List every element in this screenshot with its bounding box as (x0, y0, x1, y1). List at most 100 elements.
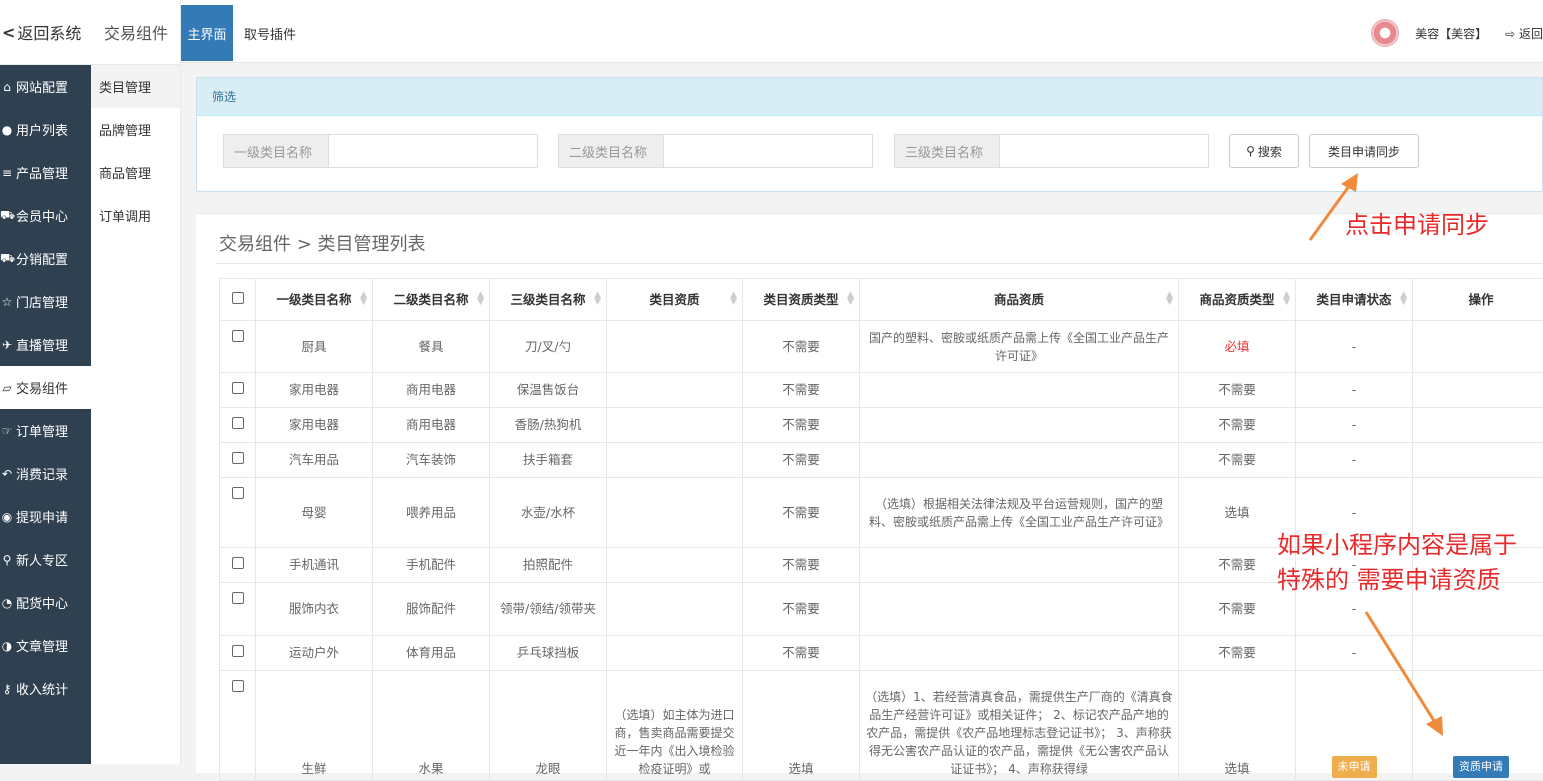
avatar[interactable] (1371, 19, 1399, 47)
row-checkbox[interactable] (220, 636, 256, 671)
row-checkbox[interactable] (220, 443, 256, 478)
cart-icon: ⛟ (0, 208, 14, 224)
checkbox-box[interactable] (232, 557, 244, 569)
subnav-item-goods[interactable]: 商品管理 (91, 151, 180, 194)
checkbox-box[interactable] (232, 417, 244, 429)
column-header[interactable]: 类目申请状态▲▼ (1296, 279, 1413, 321)
checkbox-box[interactable] (232, 330, 244, 342)
qualification-apply-button[interactable]: 资质申请 (1453, 756, 1509, 778)
sort-icon[interactable]: ▲▼ (360, 292, 367, 306)
row-checkbox[interactable] (220, 373, 256, 408)
status-badge: - (1352, 601, 1357, 616)
sidebar-item-2[interactable]: ≡产品管理 (0, 151, 91, 194)
back-to-system-button[interactable]: < 返回系统 (0, 0, 91, 65)
level1-category-input[interactable] (329, 135, 537, 167)
level3-category-field[interactable]: 三级类目名称 (894, 134, 1209, 168)
select-all-checkbox[interactable] (220, 279, 256, 321)
sidebar-item-0[interactable]: ⌂网站配置 (0, 65, 91, 108)
sidebar-item-5[interactable]: ☆门店管理 (0, 280, 91, 323)
checkbox-box[interactable] (232, 680, 244, 692)
sidebar-item-1[interactable]: ●用户列表 (0, 108, 91, 151)
table-cell: 香肠/热狗机 (490, 408, 607, 443)
sidebar-item-10[interactable]: ◉提现申请 (0, 495, 91, 538)
column-header[interactable]: 类目资质▲▼ (607, 279, 743, 321)
checkbox-box[interactable] (232, 592, 244, 604)
checkbox-box[interactable] (232, 645, 244, 657)
sidebar-item-7[interactable]: ▱交易组件 (0, 366, 91, 409)
category-list-panel: 交易组件 > 类目管理列表 一级类目名称▲▼二级类目名称▲▼三级类目名称▲▼类目… (196, 213, 1543, 773)
table-cell (607, 443, 743, 478)
table-cell: 乒乓球挡板 (490, 636, 607, 671)
column-header[interactable]: 商品资质▲▼ (860, 279, 1179, 321)
column-header[interactable]: 类目资质类型▲▼ (743, 279, 860, 321)
category-sync-button[interactable]: 类目申请同步 (1309, 134, 1419, 168)
table-cell: 不需要 (743, 373, 860, 408)
cell-text: 保温售饭台 (517, 382, 580, 397)
sidebar-item-11[interactable]: ⚲新人专区 (0, 538, 91, 581)
tab-main[interactable]: 主界面 (181, 5, 233, 61)
tab-plugin[interactable]: 取号插件 (244, 5, 296, 61)
table-cell (607, 583, 743, 636)
main-content: 筛选 一级类目名称 二级类目名称 三级类目名称 ⚲ 搜索 类目申请同步 交易组件… (196, 77, 1543, 773)
cell-text: 汽车用品 (289, 452, 339, 467)
logout-link[interactable]: ⇨ 返回 (1505, 25, 1543, 42)
table-cell: 手机通讯 (256, 548, 373, 583)
table-cell (860, 583, 1179, 636)
sort-icon[interactable]: ▲▼ (847, 292, 854, 306)
table-row: 厨具餐具刀/叉/勺不需要国产的塑料、密胺或纸质产品需上传《全国工业产品生产许可证… (220, 321, 1543, 373)
table-cell (860, 408, 1179, 443)
cell-text: 商用电器 (406, 417, 456, 432)
sidebar-item-6[interactable]: ✈直播管理 (0, 323, 91, 366)
cell-text: 国产的塑料、密胺或纸质产品需上传《全国工业产品生产许可证》 (869, 331, 1169, 363)
sort-icon[interactable]: ▲▼ (730, 292, 737, 306)
sidebar-item-9[interactable]: ↶消费记录 (0, 452, 91, 495)
sidebar-item-4[interactable]: ⛟分销配置 (0, 237, 91, 280)
sidebar-item-12[interactable]: ◔配货中心 (0, 581, 91, 624)
level1-category-field[interactable]: 一级类目名称 (223, 134, 538, 168)
column-header[interactable]: 商品资质类型 ▲▼ (1179, 279, 1296, 321)
table-cell: 母婴 (256, 478, 373, 548)
level2-category-input[interactable] (664, 135, 872, 167)
subnav-item-brand[interactable]: 品牌管理 (91, 108, 180, 151)
row-checkbox[interactable] (220, 671, 256, 781)
sort-icon[interactable]: ▲▼ (1283, 292, 1290, 306)
cell-text: 不需要 (782, 382, 820, 397)
table-cell: 商用电器 (373, 408, 490, 443)
table-cell: 汽车用品 (256, 443, 373, 478)
sub-sidebar: 交易组件 类目管理 品牌管理 商品管理 订单调用 (91, 0, 181, 764)
column-header[interactable]: 三级类目名称▲▼ (490, 279, 607, 321)
sidebar-item-13[interactable]: ◑文章管理 (0, 624, 91, 667)
sort-icon[interactable]: ▲▼ (1166, 292, 1173, 306)
sort-icon[interactable]: ▲▼ (477, 292, 484, 306)
search-button[interactable]: ⚲ 搜索 (1229, 134, 1299, 168)
checkbox-box[interactable] (232, 292, 244, 304)
table-cell: - (1296, 443, 1413, 478)
checkbox-box[interactable] (232, 487, 244, 499)
row-checkbox[interactable] (220, 583, 256, 636)
sidebar-item-14[interactable]: ⚷收入统计 (0, 667, 91, 710)
subnav-item-order[interactable]: 订单调用 (91, 194, 180, 237)
sidebar-item-3[interactable]: ⛟会员中心 (0, 194, 91, 237)
column-header-label: 商品资质类型 (1199, 292, 1274, 307)
sort-icon[interactable]: ▲▼ (594, 292, 601, 306)
home-icon: ⌂ (0, 80, 14, 94)
row-checkbox[interactable] (220, 321, 256, 373)
column-header[interactable]: 二级类目名称▲▼ (373, 279, 490, 321)
status-badge: - (1352, 505, 1357, 520)
column-header[interactable]: 操作 (1413, 279, 1543, 321)
row-checkbox[interactable] (220, 548, 256, 583)
cell-text: 母婴 (301, 505, 326, 520)
row-checkbox[interactable] (220, 408, 256, 443)
checkbox-box[interactable] (232, 452, 244, 464)
search-icon: ⚲ (1246, 144, 1255, 158)
level2-category-field[interactable]: 二级类目名称 (558, 134, 873, 168)
user-name[interactable]: 美容【美容】 (1415, 25, 1487, 42)
level3-category-input[interactable] (1000, 135, 1208, 167)
checkbox-box[interactable] (232, 382, 244, 394)
search-label: 搜索 (1258, 143, 1282, 160)
sidebar-item-8[interactable]: ☞订单管理 (0, 409, 91, 452)
column-header[interactable]: 一级类目名称▲▼ (256, 279, 373, 321)
row-checkbox[interactable] (220, 478, 256, 548)
subnav-item-category[interactable]: 类目管理 (91, 65, 180, 108)
sort-icon[interactable]: ▲▼ (1400, 292, 1407, 306)
